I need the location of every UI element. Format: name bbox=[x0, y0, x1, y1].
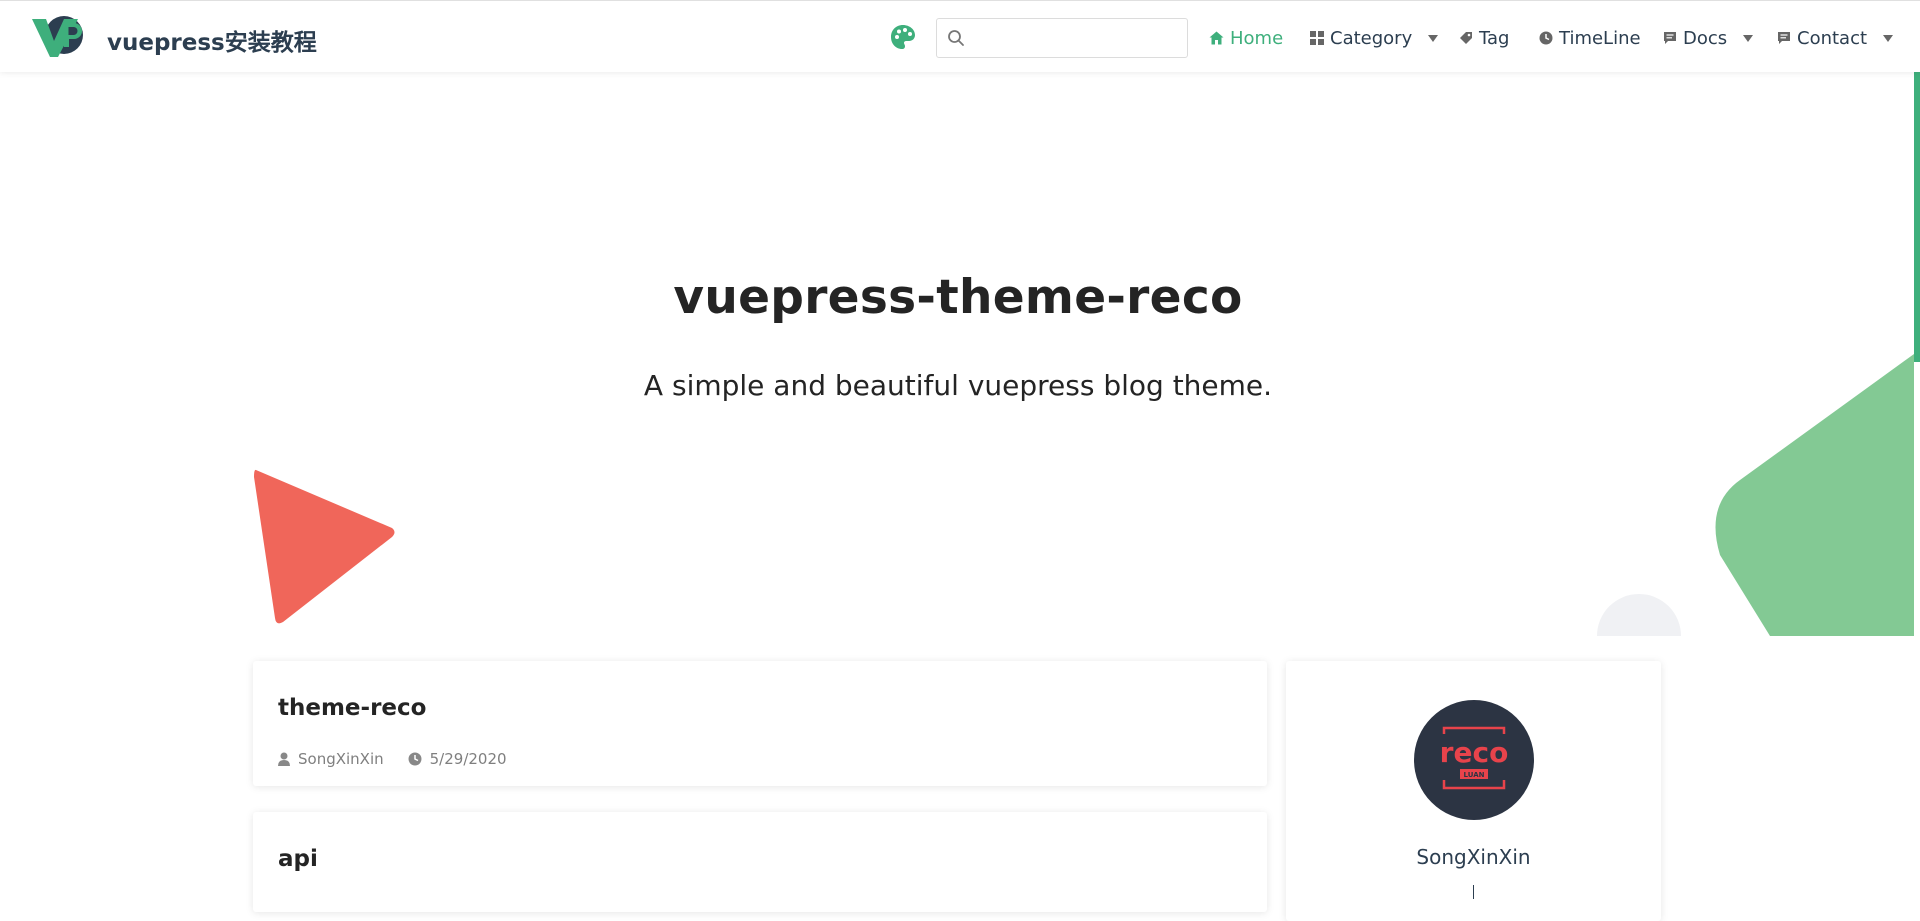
nav-category-label: Category bbox=[1330, 27, 1413, 49]
navbar: vuepress安装教程 Home Category Tag TimeLine … bbox=[0, 0, 1920, 72]
chevron-down-icon bbox=[1428, 34, 1439, 42]
post-author[interactable]: SongXinXin bbox=[298, 750, 384, 768]
home-icon bbox=[1209, 31, 1224, 45]
search-input[interactable] bbox=[973, 23, 1183, 55]
nav-home-label: Home bbox=[1230, 27, 1284, 49]
nav-contact-label: Contact bbox=[1797, 27, 1868, 49]
post-date: 5/29/2020 bbox=[429, 750, 507, 768]
nav-category[interactable]: Category bbox=[1310, 27, 1439, 49]
nav-tag[interactable]: Tag bbox=[1459, 27, 1509, 49]
category-icon bbox=[1310, 31, 1324, 45]
post-title[interactable]: api bbox=[278, 846, 318, 872]
chevron-down-icon bbox=[1743, 34, 1754, 42]
search-box[interactable] bbox=[936, 18, 1188, 58]
reco-logo-icon: reco LUAN bbox=[1440, 726, 1509, 790]
message-icon bbox=[1664, 32, 1676, 44]
tag-icon bbox=[1460, 32, 1472, 44]
avatar-badge: LUAN bbox=[1464, 771, 1485, 779]
nav-docs[interactable]: Docs bbox=[1663, 27, 1754, 49]
nav-timeline-label: TimeLine bbox=[1559, 27, 1641, 49]
red-triangle-shape bbox=[254, 469, 395, 624]
logo-icon[interactable] bbox=[30, 13, 86, 61]
profile-name: SongXinXin bbox=[1416, 845, 1531, 869]
user-icon bbox=[278, 752, 290, 766]
hero-subtitle: A simple and beautiful vuepress blog the… bbox=[643, 369, 1273, 402]
search-icon bbox=[948, 30, 964, 46]
post-card[interactable]: api bbox=[253, 812, 1267, 912]
palette-icon[interactable] bbox=[890, 24, 916, 50]
chevron-down-icon bbox=[1883, 34, 1894, 42]
post-meta: SongXinXin 5/29/2020 bbox=[278, 750, 507, 768]
site-name[interactable]: vuepress安装教程 bbox=[107, 23, 317, 57]
nav-contact[interactable]: Contact bbox=[1777, 27, 1894, 49]
nav-home[interactable]: Home bbox=[1209, 27, 1283, 49]
message-icon bbox=[1778, 32, 1790, 44]
nav-timeline[interactable]: TimeLine bbox=[1539, 27, 1641, 49]
avatar-text: reco bbox=[1440, 736, 1509, 769]
hero-title: vuepress-theme-reco bbox=[673, 270, 1243, 325]
clock-icon bbox=[1539, 31, 1553, 45]
profile-divider bbox=[1473, 885, 1474, 899]
clock-icon bbox=[408, 752, 422, 766]
nav-tag-label: Tag bbox=[1479, 27, 1510, 49]
post-title[interactable]: theme-reco bbox=[278, 695, 426, 721]
post-card[interactable]: theme-reco SongXinXin 5/29/2020 bbox=[253, 661, 1267, 786]
nav-docs-label: Docs bbox=[1683, 27, 1728, 49]
grey-semicircle-shape bbox=[1597, 594, 1681, 636]
profile-card: reco LUAN SongXinXin bbox=[1286, 661, 1661, 921]
avatar: reco LUAN bbox=[1414, 700, 1534, 820]
